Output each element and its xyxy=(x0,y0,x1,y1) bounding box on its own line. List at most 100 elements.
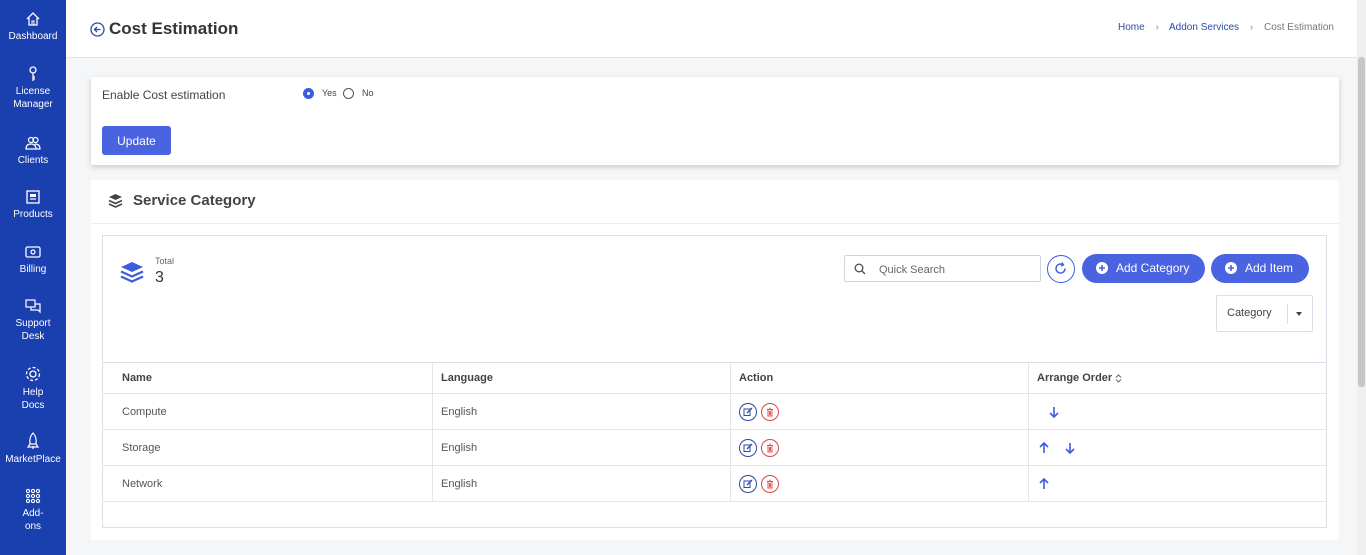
sidebar-item-label: MarketPlace xyxy=(5,454,61,465)
scrollbar-thumb[interactable] xyxy=(1358,57,1365,387)
trash-icon xyxy=(767,443,773,452)
sidebar-item-label: Clients xyxy=(17,155,49,166)
sidebar: Dashboard License Manager Clients Produc… xyxy=(0,0,66,555)
sidebar-item-add-ons[interactable]: Add-ons xyxy=(0,488,66,533)
column-header-name[interactable]: Name xyxy=(103,363,432,393)
cell-arrange-order xyxy=(1028,430,1326,465)
category-filter-select[interactable]: Category xyxy=(1216,295,1313,332)
trash-icon xyxy=(767,407,773,416)
cell-name: Storage xyxy=(122,441,161,454)
radio-no[interactable] xyxy=(343,88,354,99)
category-panel: Total 3 Add Category Add Item Category N… xyxy=(102,235,1327,528)
sort-icon[interactable] xyxy=(1115,373,1122,383)
category-table: Name Language Action Arrange Order Compu… xyxy=(103,362,1326,502)
table-row: Network English xyxy=(103,466,1326,502)
edit-button[interactable] xyxy=(739,438,757,457)
sidebar-item-marketplace[interactable]: MarketPlace xyxy=(0,432,66,466)
total-count: 3 xyxy=(155,269,164,286)
billing-icon xyxy=(25,246,41,258)
update-button[interactable]: Update xyxy=(102,126,171,155)
grid-icon xyxy=(25,488,41,504)
service-category-card: Service Category Total 3 Add Category Ad… xyxy=(91,180,1339,540)
cell-action xyxy=(730,466,1028,501)
page-title: Cost Estimation xyxy=(109,19,239,38)
cell-name: Compute xyxy=(122,405,167,418)
delete-button[interactable] xyxy=(761,402,779,421)
search-icon xyxy=(854,263,866,275)
service-category-title: Service Category xyxy=(133,192,256,209)
add-item-label: Add Item xyxy=(1245,261,1294,275)
sidebar-item-clients[interactable]: Clients xyxy=(0,135,66,167)
add-category-button[interactable]: Add Category xyxy=(1082,254,1205,283)
edit-icon xyxy=(743,407,753,416)
edit-icon xyxy=(743,479,753,488)
add-category-label: Add Category xyxy=(1116,261,1190,275)
plus-circle-icon xyxy=(1096,262,1108,274)
plus-circle-icon xyxy=(1225,262,1237,274)
arrow-down-icon[interactable] xyxy=(1047,405,1061,419)
table-header-row: Name Language Action Arrange Order xyxy=(103,363,1326,394)
sidebar-item-label: Dashboard xyxy=(8,31,58,42)
layers-icon xyxy=(120,262,144,283)
arrow-up-icon[interactable] xyxy=(1037,441,1051,455)
page-header: Cost Estimation Home › Addon Services › … xyxy=(66,0,1366,58)
cell-name: Network xyxy=(122,477,163,490)
sidebar-item-help-docs[interactable]: Help Docs xyxy=(0,365,66,412)
sidebar-item-label: License Manager xyxy=(13,86,53,110)
search-box xyxy=(844,255,1041,282)
cell-action xyxy=(730,430,1028,465)
rocket-icon xyxy=(26,432,40,449)
column-header-arrange-order[interactable]: Arrange Order xyxy=(1028,363,1326,393)
breadcrumb-home[interactable]: Home xyxy=(1118,22,1145,33)
sidebar-item-products[interactable]: Products xyxy=(0,189,66,221)
enable-cost-card: Enable Cost estimation Yes No Update xyxy=(91,77,1339,165)
products-icon xyxy=(26,190,40,204)
gear-icon xyxy=(25,366,41,382)
key-icon xyxy=(29,66,37,81)
cell-language: English xyxy=(432,394,730,429)
home-icon xyxy=(26,12,40,26)
delete-button[interactable] xyxy=(761,438,779,457)
caret-down-icon xyxy=(1296,312,1302,316)
sidebar-item-label: Add-ons xyxy=(22,508,44,532)
column-header-language[interactable]: Language xyxy=(432,363,730,393)
enable-cost-label: Enable Cost estimation xyxy=(102,88,226,102)
refresh-icon xyxy=(1055,262,1066,274)
quick-search-input[interactable] xyxy=(877,261,1036,278)
sidebar-item-dashboard[interactable]: Dashboard xyxy=(0,11,66,43)
radio-yes[interactable] xyxy=(303,88,314,99)
breadcrumb: Home › Addon Services › Cost Estimation xyxy=(1118,22,1334,33)
page-scrollbar[interactable] xyxy=(1357,0,1366,555)
arrow-down-icon[interactable] xyxy=(1063,441,1077,455)
total-label: Total xyxy=(155,256,175,266)
refresh-button[interactable] xyxy=(1047,255,1075,283)
trash-icon xyxy=(767,479,773,488)
edit-button[interactable] xyxy=(739,474,757,493)
chat-icon xyxy=(25,299,41,314)
sidebar-item-billing[interactable]: Billing xyxy=(0,244,66,276)
cell-arrange-order xyxy=(1028,394,1326,429)
chevron-right-icon: › xyxy=(1249,22,1254,33)
radio-yes-label: Yes xyxy=(322,88,337,98)
cell-language: English xyxy=(432,466,730,501)
sidebar-item-label: Billing xyxy=(19,264,47,275)
cell-language: English xyxy=(432,430,730,465)
sidebar-item-support-desk[interactable]: Support Desk xyxy=(0,298,66,343)
add-item-button[interactable]: Add Item xyxy=(1211,254,1309,283)
cell-action xyxy=(730,394,1028,429)
table-row: Storage English xyxy=(103,430,1326,466)
sidebar-item-license-manager[interactable]: License Manager xyxy=(0,66,66,111)
select-divider xyxy=(1287,304,1288,324)
delete-button[interactable] xyxy=(761,474,779,493)
edit-icon xyxy=(743,443,753,452)
cell-arrange-order xyxy=(1028,466,1326,501)
users-icon xyxy=(25,136,41,150)
column-header-action: Action xyxy=(730,363,1028,393)
breadcrumb-addon-services[interactable]: Addon Services xyxy=(1169,22,1239,33)
layers-icon xyxy=(108,194,123,208)
edit-button[interactable] xyxy=(739,402,757,421)
sidebar-item-label: Support Desk xyxy=(15,318,51,342)
category-filter-value: Category xyxy=(1227,307,1272,319)
arrow-up-icon[interactable] xyxy=(1037,477,1051,491)
back-arrow-icon[interactable] xyxy=(90,22,105,37)
